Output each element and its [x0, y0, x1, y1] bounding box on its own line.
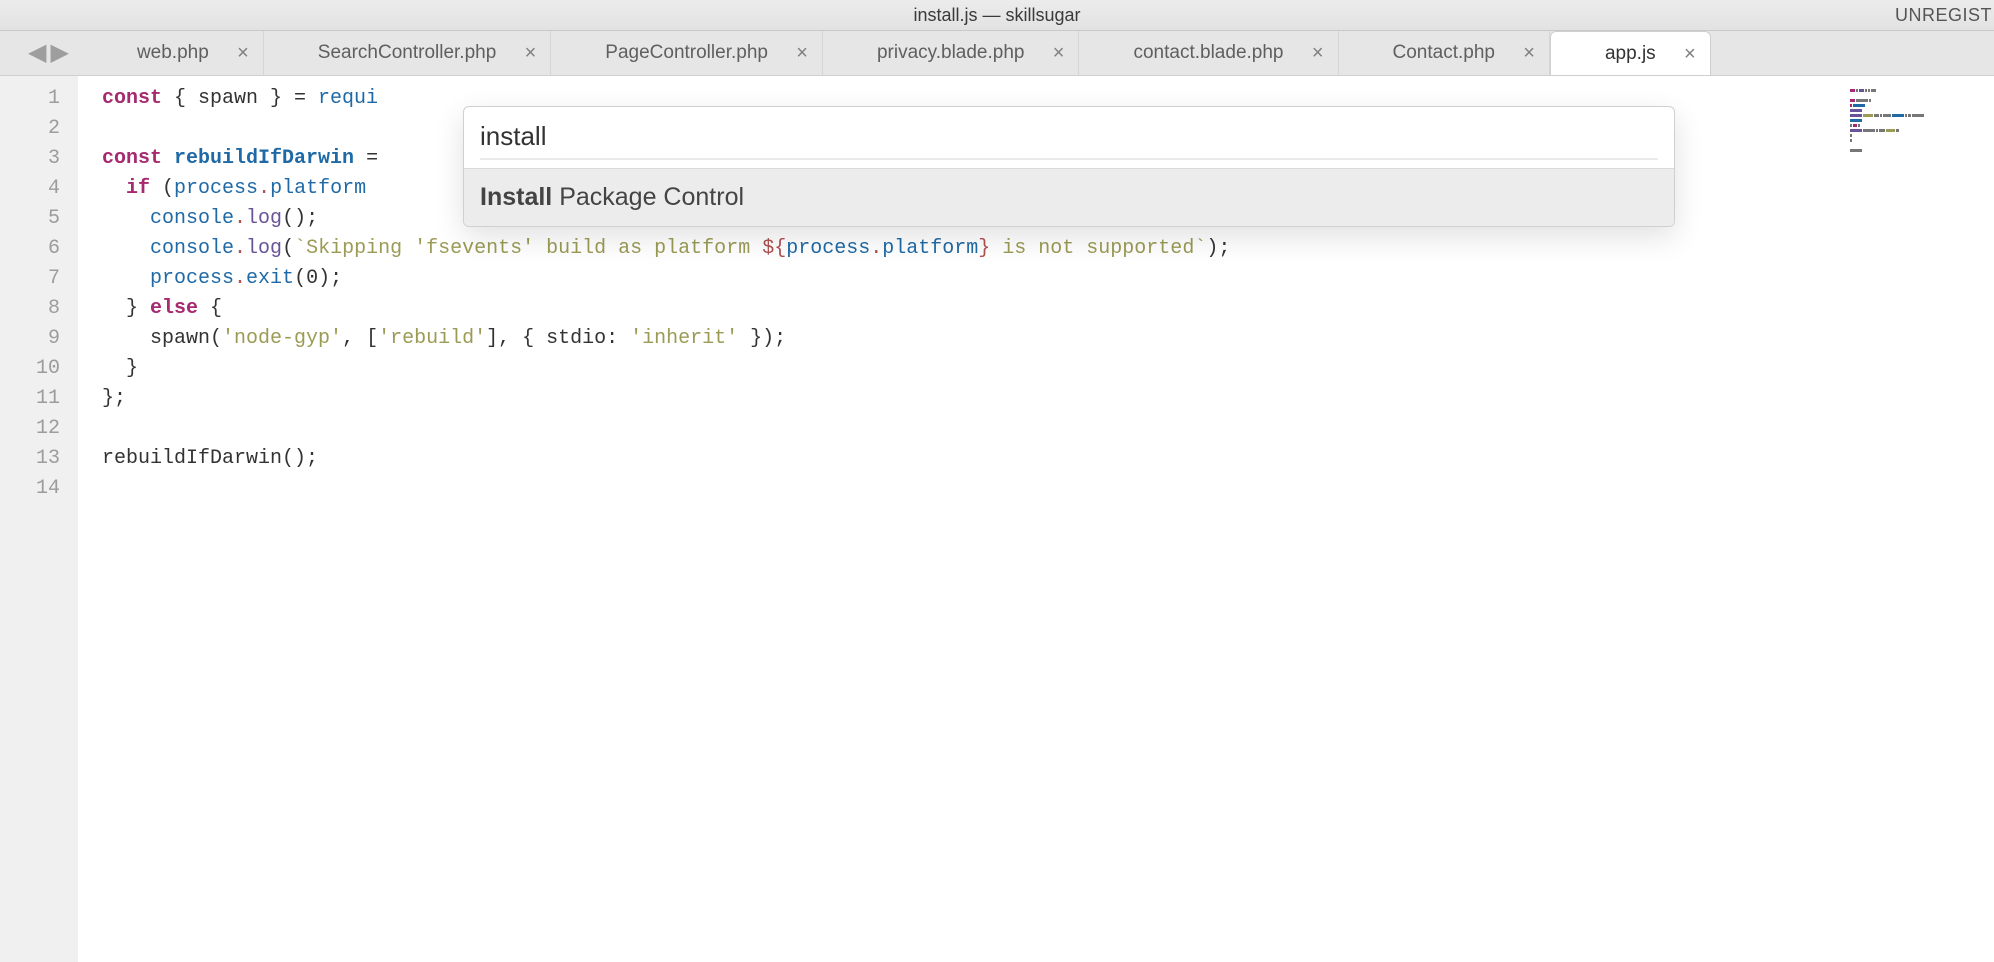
tab-app-js[interactable]: app.js × — [1550, 31, 1711, 75]
line-number: 12 — [0, 414, 78, 444]
code-line: spawn('node-gyp', ['rebuild'], { stdio: … — [102, 324, 1846, 354]
minimap-line — [1850, 122, 1990, 126]
minimap-line — [1850, 102, 1990, 106]
line-number: 2 — [0, 114, 78, 144]
close-icon[interactable]: × — [1312, 43, 1324, 63]
gutter: 1234567891011121314 — [0, 76, 78, 962]
window-title: install.js — skillsugar — [913, 5, 1080, 25]
minimap-line — [1850, 147, 1990, 151]
minimap-line — [1850, 107, 1990, 111]
tab-label: PageController.php — [605, 42, 768, 64]
minimap-line — [1850, 97, 1990, 101]
line-number: 9 — [0, 324, 78, 354]
close-icon[interactable]: × — [1053, 43, 1065, 63]
tab-privacy-blade-php[interactable]: privacy.blade.php × — [823, 31, 1080, 75]
close-icon[interactable]: × — [1523, 43, 1535, 63]
line-number: 3 — [0, 144, 78, 174]
title-bar: install.js — skillsugar UNREGIST — [0, 0, 1994, 31]
code-line: rebuildIfDarwin(); — [102, 444, 1846, 474]
code-line: console.log(`Skipping 'fsevents' build a… — [102, 234, 1846, 264]
tab-pagecontroller-php[interactable]: PageController.php × — [551, 31, 823, 75]
nav-arrows: ◀ ▶ — [0, 41, 83, 65]
line-number: 10 — [0, 354, 78, 384]
command-palette-list: Install Package Control — [464, 168, 1674, 226]
tab-searchcontroller-php[interactable]: SearchController.php × — [264, 31, 552, 75]
code-line — [102, 474, 1846, 504]
line-number: 1 — [0, 84, 78, 114]
command-palette-input[interactable] — [480, 117, 1658, 160]
tab-label: Contact.php — [1393, 42, 1495, 64]
tab-web-php[interactable]: web.php × — [83, 31, 264, 75]
command-palette-item[interactable]: Install Package Control — [464, 169, 1674, 226]
command-palette-item-rest: Package Control — [552, 183, 744, 211]
code-line: process.exit(0); — [102, 264, 1846, 294]
tab-contact-blade-php[interactable]: contact.blade.php × — [1079, 31, 1338, 75]
nav-forward-icon[interactable]: ▶ — [50, 41, 68, 65]
close-icon[interactable]: × — [525, 43, 537, 63]
command-palette-item-match: Install — [480, 183, 552, 211]
tab-label: SearchController.php — [318, 42, 497, 64]
code-line: }; — [102, 384, 1846, 414]
nav-back-icon[interactable]: ◀ — [28, 41, 46, 65]
tab-label: app.js — [1605, 43, 1656, 65]
line-number: 6 — [0, 234, 78, 264]
code-line: } — [102, 354, 1846, 384]
tab-contact-php[interactable]: Contact.php × — [1339, 31, 1550, 75]
code-line: } else { — [102, 294, 1846, 324]
close-icon[interactable]: × — [796, 43, 808, 63]
minimap-line — [1850, 132, 1990, 136]
line-number: 5 — [0, 204, 78, 234]
minimap-line — [1850, 117, 1990, 121]
minimap[interactable] — [1846, 76, 1994, 962]
minimap-line — [1850, 82, 1990, 86]
line-number: 4 — [0, 174, 78, 204]
tabs: web.php×SearchController.php×PageControl… — [83, 31, 1994, 75]
close-icon[interactable]: × — [237, 43, 249, 63]
close-icon[interactable]: × — [1684, 44, 1696, 64]
tab-label: privacy.blade.php — [877, 42, 1025, 64]
minimap-line — [1850, 92, 1990, 96]
command-palette: Install Package Control — [463, 106, 1675, 227]
tab-label: contact.blade.php — [1133, 42, 1283, 64]
line-number: 8 — [0, 294, 78, 324]
tab-bar: ◀ ▶ web.php×SearchController.php×PageCon… — [0, 31, 1994, 76]
line-number: 13 — [0, 444, 78, 474]
line-number: 14 — [0, 474, 78, 504]
line-number: 11 — [0, 384, 78, 414]
registration-status: UNREGIST — [1893, 0, 1994, 30]
minimap-line — [1850, 137, 1990, 141]
line-number: 7 — [0, 264, 78, 294]
tab-label: web.php — [137, 42, 209, 64]
minimap-line — [1850, 142, 1990, 146]
code-line — [102, 414, 1846, 444]
command-palette-input-row — [464, 107, 1674, 168]
